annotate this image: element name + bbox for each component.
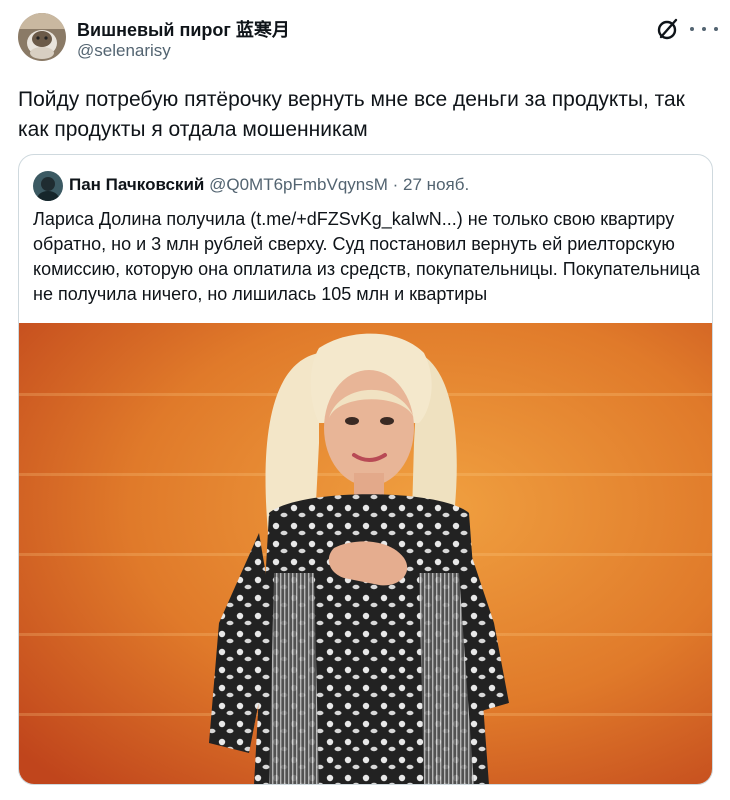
author-handle[interactable]: @selenarisy (77, 41, 171, 61)
quoted-header: Пан Пачковский @Q0MT6pFmbVqynsM · 27 ноя… (69, 175, 469, 195)
author-name[interactable]: Вишневый пирог 蓝寒月 (77, 16, 290, 42)
quoted-text: Лариса Долина получила (t.me/+dFZSvKg_ka… (33, 209, 700, 304)
tweet: Вишневый пирог 蓝寒月 @selenarisy Пойду пот… (0, 0, 730, 800)
separator-dot: · (392, 175, 399, 194)
grok-icon[interactable] (655, 16, 681, 42)
quoted-media-photo[interactable] (19, 323, 712, 784)
quoted-tweet[interactable]: Пан Пачковский @Q0MT6pFmbVqynsM · 27 ноя… (18, 154, 713, 785)
author-avatar[interactable] (18, 13, 66, 61)
quoted-author-name: Пан Пачковский (69, 175, 205, 194)
more-options-icon[interactable] (690, 17, 718, 41)
tweet-text: Пойду потребую пятёрочку вернуть мне все… (18, 88, 685, 141)
quoted-author-handle: @Q0MT6pFmbVqynsM (209, 175, 388, 194)
quoted-author-avatar (33, 171, 63, 201)
quoted-date: 27 нояб. (403, 175, 470, 194)
